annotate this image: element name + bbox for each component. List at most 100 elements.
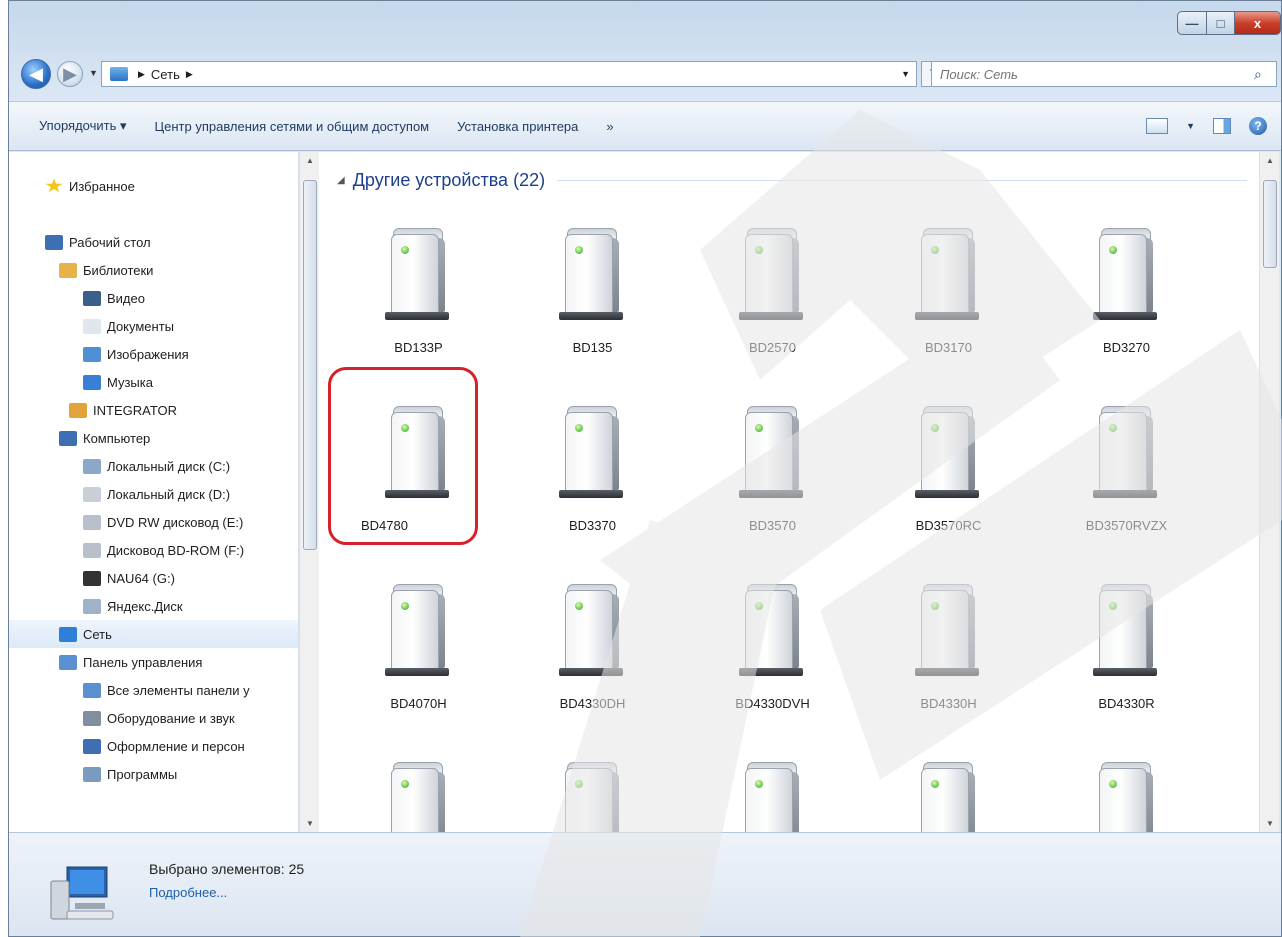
sidebar-item-node[interactable]: Локальный диск (C:) <box>9 452 298 480</box>
network-device-icon <box>911 582 979 688</box>
breadcrumb-network[interactable]: Сеть <box>151 67 180 82</box>
sidebar-item-node[interactable]: Программы <box>9 760 298 788</box>
hardware-sound-icon <box>83 710 101 726</box>
view-options-chevron-icon[interactable]: ▼ <box>1186 121 1195 131</box>
change-view-icon[interactable] <box>1146 118 1169 134</box>
content-scrollbar[interactable]: ▲ ▼ <box>1259 152 1279 832</box>
add-printer-button[interactable]: Установка принтера <box>443 119 592 134</box>
search-input[interactable] <box>940 66 1254 82</box>
sidebar-item-node[interactable]: Панель управления <box>9 648 298 676</box>
sidebar-item-label: Дисковод BD-ROM (F:) <box>107 542 245 558</box>
network-device-icon <box>381 582 449 688</box>
star-icon <box>45 178 63 193</box>
more-commands-button[interactable]: » <box>592 119 627 134</box>
list-item[interactable] <box>861 720 1036 832</box>
sidebar-item-label: Оборудование и звук <box>107 710 235 726</box>
scroll-down-icon[interactable]: ▼ <box>1266 819 1274 828</box>
list-item[interactable]: BD4070H <box>331 542 506 722</box>
help-icon[interactable]: ? <box>1249 117 1267 135</box>
list-item[interactable]: BD133P <box>331 186 506 366</box>
network-device-icon <box>735 226 803 332</box>
scroll-down-icon[interactable]: ▼ <box>306 819 314 828</box>
scroll-up-icon[interactable]: ▲ <box>1266 156 1274 165</box>
sidebar-item-node[interactable]: DVD RW дисковод (E:) <box>9 508 298 536</box>
list-item[interactable]: BD3570RC <box>861 364 1036 544</box>
sidebar-item-node[interactable]: Локальный диск (D:) <box>9 480 298 508</box>
collapse-group-icon[interactable]: ◢ <box>337 175 345 186</box>
sidebar-item-node[interactable]: INTEGRATOR <box>9 396 298 424</box>
sidebar-item-node[interactable]: Оборудование и звук <box>9 704 298 732</box>
device-label: BD133P <box>394 340 443 355</box>
breadcrumb-separator-icon[interactable]: ▶ <box>138 69 145 80</box>
sidebar-item-node[interactable]: Библиотеки <box>9 256 298 284</box>
breadcrumb-separator-icon[interactable]: ▶ <box>186 69 193 80</box>
preview-pane-icon[interactable] <box>1213 118 1231 134</box>
sidebar-item-node[interactable]: Изображения <box>9 340 298 368</box>
navigation-scrollbar[interactable]: ▲ ▼ <box>299 152 319 832</box>
network-computer-icon <box>50 866 114 920</box>
sidebar-item-node[interactable]: Все элементы панели у <box>9 676 298 704</box>
maximize-button[interactable]: □ <box>1207 11 1235 35</box>
list-item[interactable]: BD3170 <box>861 186 1036 366</box>
device-label: BD4330H <box>920 696 977 711</box>
sidebar-item-node[interactable]: Документы <box>9 312 298 340</box>
navigation-scroll-thumb[interactable] <box>303 180 317 550</box>
list-item[interactable] <box>685 720 860 832</box>
organize-menu[interactable]: Упорядочить ▾ <box>9 118 141 134</box>
network-device-icon <box>381 404 449 510</box>
sidebar-item-favorites[interactable]: Избранное <box>9 172 298 200</box>
sidebar-item-node[interactable]: Оформление и персон <box>9 732 298 760</box>
sidebar-item-node[interactable]: NAU64 (G:) <box>9 564 298 592</box>
list-item[interactable]: BD4330DH <box>505 542 680 722</box>
search-box[interactable]: ⌕ <box>931 61 1277 87</box>
list-item[interactable]: BD3370 <box>505 364 680 544</box>
network-icon <box>110 67 128 81</box>
list-item[interactable]: BD135 <box>505 186 680 366</box>
control-panel-icon <box>59 654 77 670</box>
sidebar-item-node[interactable]: Сеть <box>9 620 298 648</box>
sidebar-item-label: Все элементы панели у <box>107 682 250 698</box>
back-button[interactable]: ◀ <box>21 59 51 89</box>
list-item[interactable]: BD3570 <box>685 364 860 544</box>
network-device-icon <box>735 404 803 510</box>
list-item[interactable]: BD4330DVH <box>685 542 860 722</box>
network-center-button[interactable]: Центр управления сетями и общим доступом <box>141 119 444 134</box>
sidebar-item-label: Яндекс.Диск <box>107 598 183 614</box>
sidebar-item-node[interactable]: Видео <box>9 284 298 312</box>
list-item[interactable]: BD4780 <box>331 364 506 544</box>
network-device-icon <box>735 760 801 832</box>
search-icon[interactable]: ⌕ <box>1254 66 1276 83</box>
sidebar-item-node[interactable]: Музыка <box>9 368 298 396</box>
list-item[interactable] <box>331 720 506 832</box>
list-item[interactable]: BD2570 <box>685 186 860 366</box>
minimize-button[interactable]: — <box>1177 11 1207 35</box>
system-drive-icon <box>83 458 101 474</box>
address-dropdown-icon[interactable]: ▼ <box>901 69 910 79</box>
content-scroll-thumb[interactable] <box>1263 180 1277 268</box>
sidebar-item-node[interactable]: Рабочий стол <box>9 228 298 256</box>
list-item[interactable]: BD4330H <box>861 542 1036 722</box>
network-device-icon <box>1089 404 1157 510</box>
list-item[interactable]: BD4330R <box>1039 542 1214 722</box>
list-item[interactable] <box>505 720 680 832</box>
device-label: BD2570 <box>749 340 796 355</box>
sidebar-item-node[interactable]: Дисковод BD-ROM (F:) <box>9 536 298 564</box>
sidebar-item-label: Музыка <box>107 374 153 390</box>
cloud-icon <box>83 598 101 614</box>
close-button[interactable]: x <box>1235 11 1281 35</box>
more-details-link[interactable]: Подробнее... <box>149 885 227 900</box>
scroll-up-icon[interactable]: ▲ <box>306 156 314 165</box>
sidebar-item-node[interactable]: Компьютер <box>9 424 298 452</box>
sidebar-item-node[interactable]: Яндекс.Диск <box>9 592 298 620</box>
title-bar: — □ x <box>9 1 1281 53</box>
forward-button[interactable]: ▶ <box>57 61 83 87</box>
view-controls: ▼ ? <box>1146 117 1281 135</box>
list-item[interactable]: BD3270 <box>1039 186 1214 366</box>
personalization-icon <box>83 738 101 754</box>
recent-pages-chevron-icon[interactable]: ▼ <box>89 68 98 78</box>
list-item[interactable] <box>1039 720 1214 832</box>
desktop-icon <box>45 234 63 250</box>
address-bar[interactable]: ▶ Сеть ▶ ▼ <box>101 61 917 87</box>
network-device-icon <box>555 582 623 688</box>
list-item[interactable]: BD3570RVZX <box>1039 364 1214 544</box>
